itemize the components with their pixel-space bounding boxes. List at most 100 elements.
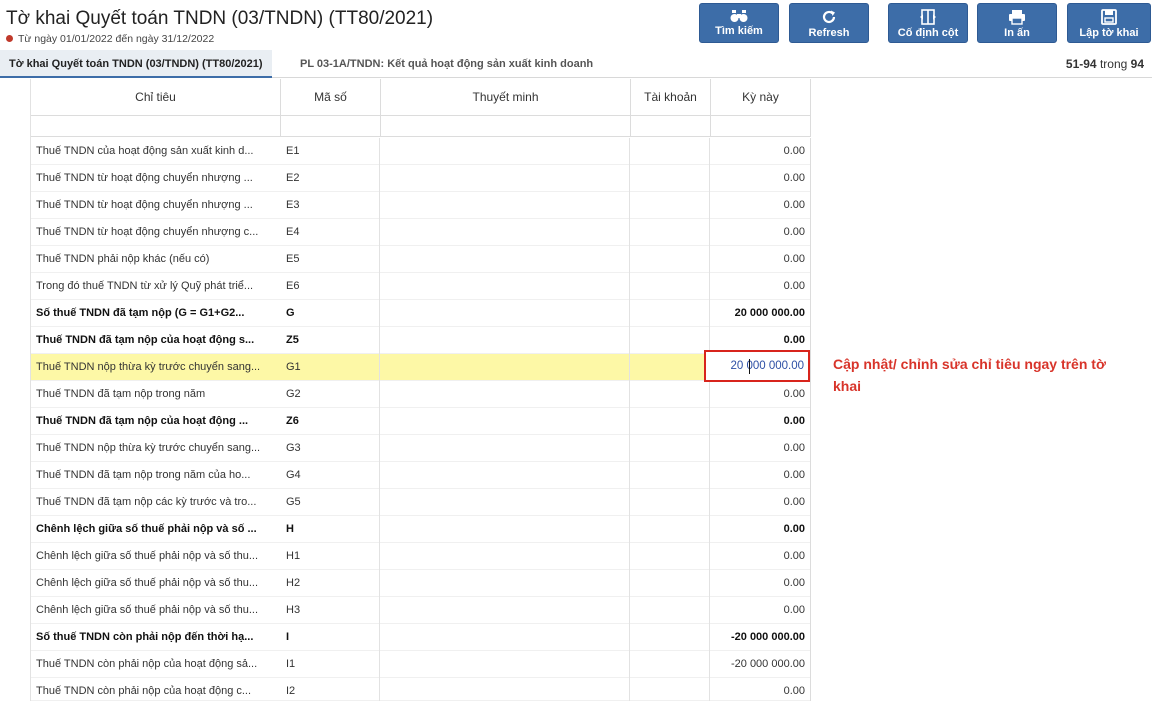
column-header-taikhoan[interactable]: Tài khoản <box>631 79 711 116</box>
cell-taikhoan[interactable] <box>630 219 710 246</box>
cell-kynay[interactable]: 0.00 <box>710 570 811 597</box>
cell-thuyetminh[interactable] <box>380 300 630 327</box>
cell-thuyetminh[interactable] <box>380 381 630 408</box>
cell-taikhoan[interactable] <box>630 462 710 489</box>
cell-kynay[interactable]: 0.00 <box>710 219 811 246</box>
cell-taikhoan[interactable] <box>630 516 710 543</box>
table-row[interactable]: Thuế TNDN đã tạm nộp trong năm G2 0.00 <box>31 381 811 408</box>
cell-thuyetminh[interactable] <box>380 624 630 651</box>
cell-thuyetminh[interactable] <box>380 354 630 381</box>
cell-taikhoan[interactable] <box>630 408 710 435</box>
cell-kynay[interactable]: 0.00 <box>710 516 811 543</box>
cell-thuyetminh[interactable] <box>380 246 630 273</box>
table-row[interactable]: Thuế TNDN còn phải nộp của hoạt động sả.… <box>31 651 811 678</box>
column-header-chitieu[interactable]: Chỉ tiêu <box>31 79 281 116</box>
column-header-kynay[interactable]: Kỳ này <box>711 79 811 116</box>
kynay-edit-input[interactable]: 20 000 000.00 <box>704 350 810 382</box>
cell-taikhoan[interactable] <box>630 192 710 219</box>
cell-taikhoan[interactable] <box>630 570 710 597</box>
cell-taikhoan[interactable] <box>630 273 710 300</box>
cell-kynay[interactable]: 0.00 <box>710 408 811 435</box>
cell-kynay[interactable]: 0.00 <box>710 165 811 192</box>
cell-thuyetminh[interactable] <box>380 516 630 543</box>
cell-taikhoan[interactable] <box>630 543 710 570</box>
cell-thuyetminh[interactable] <box>380 408 630 435</box>
column-header-maso[interactable]: Mã số <box>281 79 381 116</box>
cell-thuyetminh[interactable] <box>380 651 630 678</box>
freeze-columns-button[interactable]: Cố định cột <box>888 3 968 43</box>
cell-taikhoan[interactable] <box>630 327 710 354</box>
cell-thuyetminh[interactable] <box>380 138 630 165</box>
cell-kynay[interactable]: -20 000 000.00 <box>710 624 811 651</box>
cell-kynay[interactable]: 0.00 <box>710 435 811 462</box>
cell-thuyetminh[interactable] <box>380 273 630 300</box>
cell-taikhoan[interactable] <box>630 597 710 624</box>
cell-kynay[interactable]: 20 000 000.00 <box>710 300 811 327</box>
column-header-thuyetminh[interactable]: Thuyết minh <box>381 79 631 116</box>
cell-kynay[interactable]: 0.00 <box>710 381 811 408</box>
cell-thuyetminh[interactable] <box>380 435 630 462</box>
cell-kynay[interactable]: 0.00 <box>710 543 811 570</box>
table-row[interactable]: Thuế TNDN từ hoạt động chuyển nhượng c..… <box>31 219 811 246</box>
cell-kynay[interactable]: 0.00 <box>710 273 811 300</box>
cell-taikhoan[interactable] <box>630 489 710 516</box>
cell-thuyetminh[interactable] <box>380 570 630 597</box>
table-row[interactable]: Thuế TNDN đã tạm nộp các kỳ trước và tro… <box>31 489 811 516</box>
table-row[interactable]: Thuế TNDN đã tạm nộp của hoạt động ... Z… <box>31 408 811 435</box>
tab-appendix-03-1a[interactable]: PL 03-1A/TNDN: Kết quả hoạt động sản xuấ… <box>291 50 602 78</box>
cell-thuyetminh[interactable] <box>380 597 630 624</box>
filter-cell-taikhoan[interactable] <box>631 116 711 137</box>
cell-kynay[interactable]: 0.00 <box>710 462 811 489</box>
table-row[interactable]: Chênh lệch giữa số thuế phải nộp và số t… <box>31 597 811 624</box>
create-declaration-button[interactable]: Lập tờ khai <box>1067 3 1151 43</box>
cell-thuyetminh[interactable] <box>380 165 630 192</box>
cell-thuyetminh[interactable] <box>380 327 630 354</box>
cell-taikhoan[interactable] <box>630 300 710 327</box>
cell-thuyetminh[interactable] <box>380 192 630 219</box>
filter-cell-maso[interactable] <box>281 116 381 137</box>
cell-thuyetminh[interactable] <box>380 489 630 516</box>
table-row[interactable]: Thuế TNDN từ hoạt động chuyển nhượng ...… <box>31 165 811 192</box>
table-row[interactable]: Chênh lệch giữa số thuế phải nộp và số .… <box>31 516 811 543</box>
cell-taikhoan[interactable] <box>630 165 710 192</box>
tab-main-declaration[interactable]: Tờ khai Quyết toán TNDN (03/TNDN) (TT80/… <box>0 50 272 78</box>
cell-taikhoan[interactable] <box>630 651 710 678</box>
table-row[interactable]: Thuế TNDN nộp thừa kỳ trước chuyển sang.… <box>31 435 811 462</box>
cell-thuyetminh[interactable] <box>380 462 630 489</box>
table-row[interactable]: Thuế TNDN còn phải nộp của hoạt động c..… <box>31 678 811 701</box>
print-button[interactable]: In ấn <box>977 3 1057 43</box>
cell-kynay[interactable]: 0.00 <box>710 597 811 624</box>
cell-taikhoan[interactable] <box>630 435 710 462</box>
table-row[interactable]: Chênh lệch giữa số thuế phải nộp và số t… <box>31 570 811 597</box>
search-button[interactable]: Tìm kiếm <box>699 3 779 43</box>
table-row[interactable]: Số thuế TNDN còn phải nộp đến thời hạ...… <box>31 624 811 651</box>
cell-taikhoan[interactable] <box>630 246 710 273</box>
table-row[interactable]: Thuế TNDN đã tạm nộp trong năm của ho...… <box>31 462 811 489</box>
table-row[interactable]: Thuế TNDN từ hoạt động chuyển nhượng ...… <box>31 192 811 219</box>
table-row-selected[interactable]: Thuế TNDN nộp thừa kỳ trước chuyển sang.… <box>31 354 811 381</box>
cell-taikhoan[interactable] <box>630 678 710 701</box>
cell-taikhoan[interactable] <box>630 354 710 381</box>
cell-thuyetminh[interactable] <box>380 678 630 701</box>
cell-kynay[interactable]: 0.00 <box>710 246 811 273</box>
cell-thuyetminh[interactable] <box>380 543 630 570</box>
filter-cell-chitieu[interactable] <box>31 116 281 137</box>
filter-cell-thuyetminh[interactable] <box>381 116 631 137</box>
table-row[interactable]: Thuế TNDN đã tạm nộp của hoạt động s... … <box>31 327 811 354</box>
cell-kynay[interactable]: 0.00 <box>710 678 811 701</box>
table-row[interactable]: Thuế TNDN phải nộp khác (nếu có) E5 0.00 <box>31 246 811 273</box>
table-row[interactable]: Số thuế TNDN đã tạm nộp (G = G1+G2... G … <box>31 300 811 327</box>
filter-cell-kynay[interactable] <box>711 116 811 137</box>
cell-kynay[interactable]: 0.00 <box>710 138 811 165</box>
cell-taikhoan[interactable] <box>630 624 710 651</box>
refresh-button[interactable]: Refresh <box>789 3 869 43</box>
table-row[interactable]: Trong đó thuế TNDN từ xử lý Quỹ phát tri… <box>31 273 811 300</box>
cell-kynay[interactable]: 0.00 <box>710 192 811 219</box>
cell-kynay[interactable]: -20 000 000.00 <box>710 651 811 678</box>
cell-thuyetminh[interactable] <box>380 219 630 246</box>
table-row[interactable]: Thuế TNDN của hoạt động sản xuất kinh d.… <box>31 138 811 165</box>
table-row[interactable]: Chênh lệch giữa số thuế phải nộp và số t… <box>31 543 811 570</box>
cell-taikhoan[interactable] <box>630 138 710 165</box>
cell-taikhoan[interactable] <box>630 381 710 408</box>
cell-kynay[interactable]: 0.00 <box>710 489 811 516</box>
